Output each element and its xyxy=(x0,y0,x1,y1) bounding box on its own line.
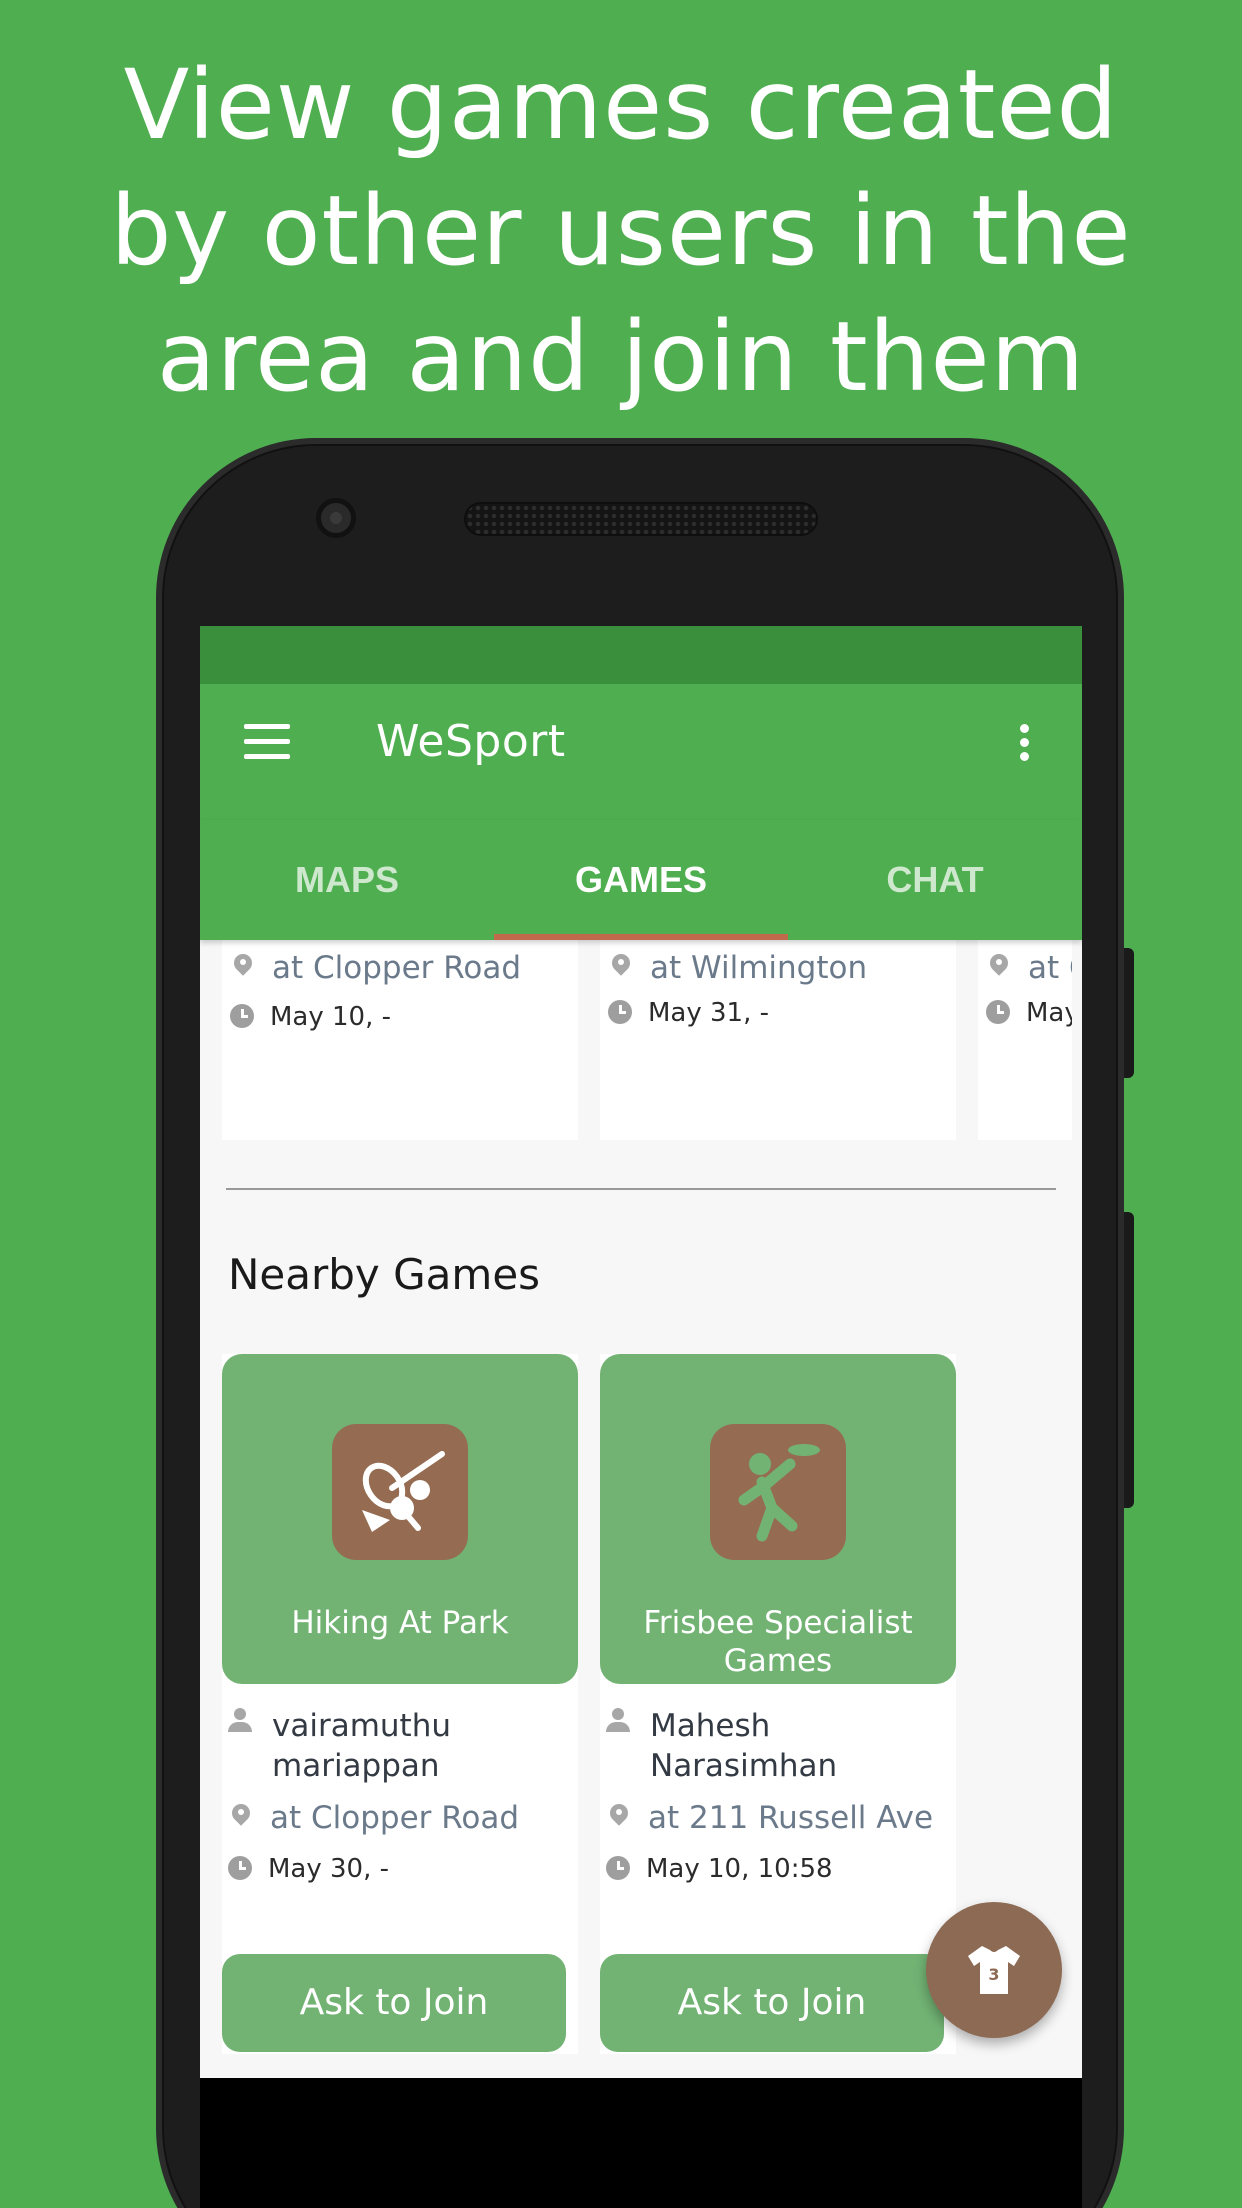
my-game-card[interactable]: at Wilmington May 31, - xyxy=(600,940,956,1140)
promo-line-2: by other users in the xyxy=(110,175,1132,287)
phone-screen: WeSport MAPS GAMES CHAT at Clopper Road … xyxy=(200,626,1082,2078)
person-icon xyxy=(228,1708,252,1734)
ask-to-join-button[interactable]: Ask to Join xyxy=(600,1954,944,2052)
game-date: May 10, 10:58 xyxy=(646,1854,833,1884)
power-button xyxy=(1124,1212,1134,1508)
jersey-icon: 3 xyxy=(968,1946,1020,1994)
front-camera xyxy=(316,498,356,538)
nearby-game-card[interactable]: Hiking At Park vairamuthu mariappan at C… xyxy=(222,1354,578,2054)
app-bar: WeSport xyxy=(200,684,1082,820)
game-organizer: vairamuthu mariappan xyxy=(272,1708,451,1784)
clock-icon xyxy=(986,1000,1010,1024)
game-location: at C xyxy=(1028,950,1072,986)
game-location: at Clopper Road xyxy=(272,950,522,986)
more-vert-icon[interactable] xyxy=(1020,724,1032,768)
create-game-fab[interactable]: 3 xyxy=(926,1902,1062,2038)
game-location: at Clopper Road xyxy=(270,1800,520,1836)
hiking-racket-icon xyxy=(332,1424,468,1560)
frisbee-player-icon xyxy=(710,1424,846,1560)
promo-headline: View games created by other users in the… xyxy=(0,42,1242,420)
game-date: May 31, - xyxy=(648,998,770,1028)
game-header[interactable]: Frisbee Specialist Games xyxy=(600,1354,956,1684)
tab-chat[interactable]: CHAT xyxy=(788,820,1082,940)
location-pin-icon xyxy=(610,1804,628,1830)
location-pin-icon xyxy=(990,954,1008,980)
clock-icon xyxy=(228,1856,252,1880)
nearby-game-card[interactable]: Frisbee Specialist Games Mahesh Narasimh… xyxy=(600,1354,956,2054)
location-pin-icon xyxy=(612,954,630,980)
my-game-card[interactable]: at Clopper Road May 10, - xyxy=(222,940,578,1140)
game-date: May 10, - xyxy=(270,1002,392,1032)
section-divider xyxy=(226,1188,1056,1190)
navigation-bar xyxy=(200,2078,1082,2208)
location-pin-icon xyxy=(232,1804,250,1830)
tab-bar: MAPS GAMES CHAT xyxy=(200,820,1082,940)
game-organizer: Mahesh Narasimhan xyxy=(650,1708,838,1784)
earpiece-speaker xyxy=(464,502,818,536)
game-location: at Wilmington xyxy=(650,950,868,986)
jersey-number: 3 xyxy=(988,1965,999,1984)
my-game-card[interactable]: at C May xyxy=(978,940,1072,1140)
game-title: Frisbee Specialist Games xyxy=(643,1605,913,1678)
game-title: Hiking At Park xyxy=(291,1605,509,1641)
location-pin-icon xyxy=(234,954,252,980)
clock-icon xyxy=(606,1856,630,1880)
game-location: at 211 Russell Ave xyxy=(648,1800,934,1836)
game-header[interactable]: Hiking At Park xyxy=(222,1354,578,1684)
tab-maps[interactable]: MAPS xyxy=(200,820,494,940)
game-date: May 30, - xyxy=(268,1854,390,1884)
tab-indicator xyxy=(494,934,788,940)
volume-button xyxy=(1124,948,1134,1078)
games-content[interactable]: at Clopper Road May 10, - at Wilmington … xyxy=(200,940,1082,2078)
hamburger-menu-icon[interactable] xyxy=(244,724,292,762)
nearby-games-heading: Nearby Games xyxy=(228,1250,541,1299)
app-title: WeSport xyxy=(376,716,566,767)
clock-icon xyxy=(230,1004,254,1028)
clock-icon xyxy=(608,1000,632,1024)
ask-to-join-button[interactable]: Ask to Join xyxy=(222,1954,566,2052)
tab-games[interactable]: GAMES xyxy=(494,820,788,940)
promo-line-3: area and join them xyxy=(156,301,1086,413)
game-date: May xyxy=(1026,998,1072,1028)
promo-line-1: View games created xyxy=(123,49,1119,161)
status-bar xyxy=(200,626,1082,684)
person-icon xyxy=(606,1708,630,1734)
